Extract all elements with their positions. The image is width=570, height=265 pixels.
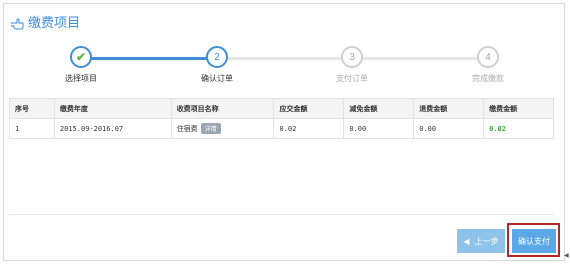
row-refund: 0.00	[413, 118, 485, 139]
previous-step-button[interactable]: ◀ 上一步	[457, 229, 505, 253]
step-label: 支付订单	[336, 74, 368, 83]
column-header: 减免金额	[343, 98, 415, 119]
step-circle: 3	[341, 46, 363, 68]
step-3: 3 支付订单	[307, 46, 397, 84]
row-pay: 0.02	[483, 118, 554, 139]
item-name: 住宿费	[176, 125, 198, 133]
step-circle: 4	[477, 46, 499, 68]
step-label: 确认订单	[201, 74, 233, 83]
order-table: 序号 缴费年度 收费项目名称 应交金额 减免金额 退费金额 缴费金额 1 201…	[9, 98, 554, 139]
step-circle: ✔	[70, 46, 92, 68]
previous-step-label: 上一步	[474, 236, 499, 246]
order-table-wrap: 序号 缴费年度 收费项目名称 应交金额 减免金额 退费金额 缴费金额 1 201…	[9, 98, 554, 139]
table-header-row: 序号 缴费年度 收费项目名称 应交金额 减免金额 退费金额 缴费金额	[9, 98, 554, 119]
step-1: ✔ 选择项目	[36, 46, 126, 84]
row-due: 0.02	[273, 118, 345, 139]
arrow-left-icon: ◀	[463, 236, 470, 246]
column-header: 退费金额	[413, 98, 485, 119]
page-title: 缴费项目	[28, 15, 81, 31]
column-header: 缴费年度	[53, 98, 172, 119]
step-label: 选择项目	[65, 74, 97, 83]
hand-pointer-icon	[10, 15, 24, 29]
progress-stepper: ✔ 选择项目 2 确认订单 3 支付订单 4 完成缴款	[4, 44, 564, 88]
column-header: 收费项目名称	[170, 98, 275, 119]
confirm-payment-button[interactable]: 确认支付	[512, 229, 556, 253]
step-4: 4 完成缴款	[443, 46, 533, 84]
row-item: 住宿费 详情	[170, 118, 275, 139]
column-header: 应交金额	[273, 98, 345, 119]
column-header: 序号	[9, 98, 55, 119]
resize-arrow-icon: ◀	[564, 252, 569, 259]
divider	[9, 214, 554, 215]
details-tag[interactable]: 详情	[200, 123, 221, 134]
row-reduced: 0.00	[343, 118, 415, 139]
step-2: 2 确认订单	[172, 46, 262, 84]
step-circle: 2	[206, 46, 228, 68]
row-year: 2015.09-2016.07	[53, 118, 172, 139]
row-index: 1	[9, 118, 55, 139]
table-row: 1 2015.09-2016.07 住宿费 详情 0.02 0.00 0.00 0…	[9, 118, 554, 139]
step-label: 完成缴款	[472, 74, 504, 83]
checkmark-icon: ✔	[75, 50, 87, 64]
panel-header: 缴费项目	[4, 4, 564, 38]
column-header: 缴费金额	[483, 98, 554, 119]
